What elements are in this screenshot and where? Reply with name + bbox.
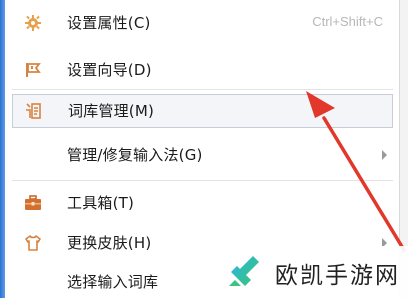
menu-item-label: 更换皮肤(H) bbox=[67, 234, 152, 252]
menu-item-setup-wizard[interactable]: 设置向导(D) bbox=[12, 53, 393, 87]
menu-separator bbox=[12, 180, 393, 181]
toolbox-icon bbox=[24, 194, 42, 212]
menu-item-label: 工具箱(T) bbox=[67, 194, 135, 212]
shirt-icon bbox=[24, 234, 42, 252]
menu-item-toolbox[interactable]: 工具箱(T) bbox=[12, 186, 393, 220]
menu-item-label: 选择输入词库 bbox=[67, 273, 159, 291]
flag-icon bbox=[24, 61, 42, 79]
menu-item-label: 词库管理(M) bbox=[68, 102, 155, 120]
gear-icon bbox=[24, 14, 42, 32]
watermark-text: 欧凯手游网 bbox=[275, 263, 400, 289]
menu-item-label: 管理/修复输入法(G) bbox=[67, 146, 203, 164]
chevron-right-icon bbox=[382, 150, 387, 160]
menu-item-label: 设置属性(C) bbox=[67, 14, 151, 32]
menu-item-shortcut: Ctrl+Shift+C bbox=[312, 14, 383, 29]
menu-item-label: 设置向导(D) bbox=[67, 61, 152, 79]
watermark: 欧凯手游网 bbox=[213, 246, 408, 298]
watermark-logo-icon bbox=[229, 256, 259, 286]
menu-separator bbox=[12, 89, 393, 90]
menu-item-settings[interactable]: 设置属性(C) Ctrl+Shift+C bbox=[12, 6, 393, 40]
menu-item-manage-repair-ime[interactable]: 管理/修复输入法(G) bbox=[12, 138, 393, 172]
dictionary-icon bbox=[24, 102, 42, 120]
menu-item-dictionary-management[interactable]: 词库管理(M) bbox=[12, 94, 393, 128]
